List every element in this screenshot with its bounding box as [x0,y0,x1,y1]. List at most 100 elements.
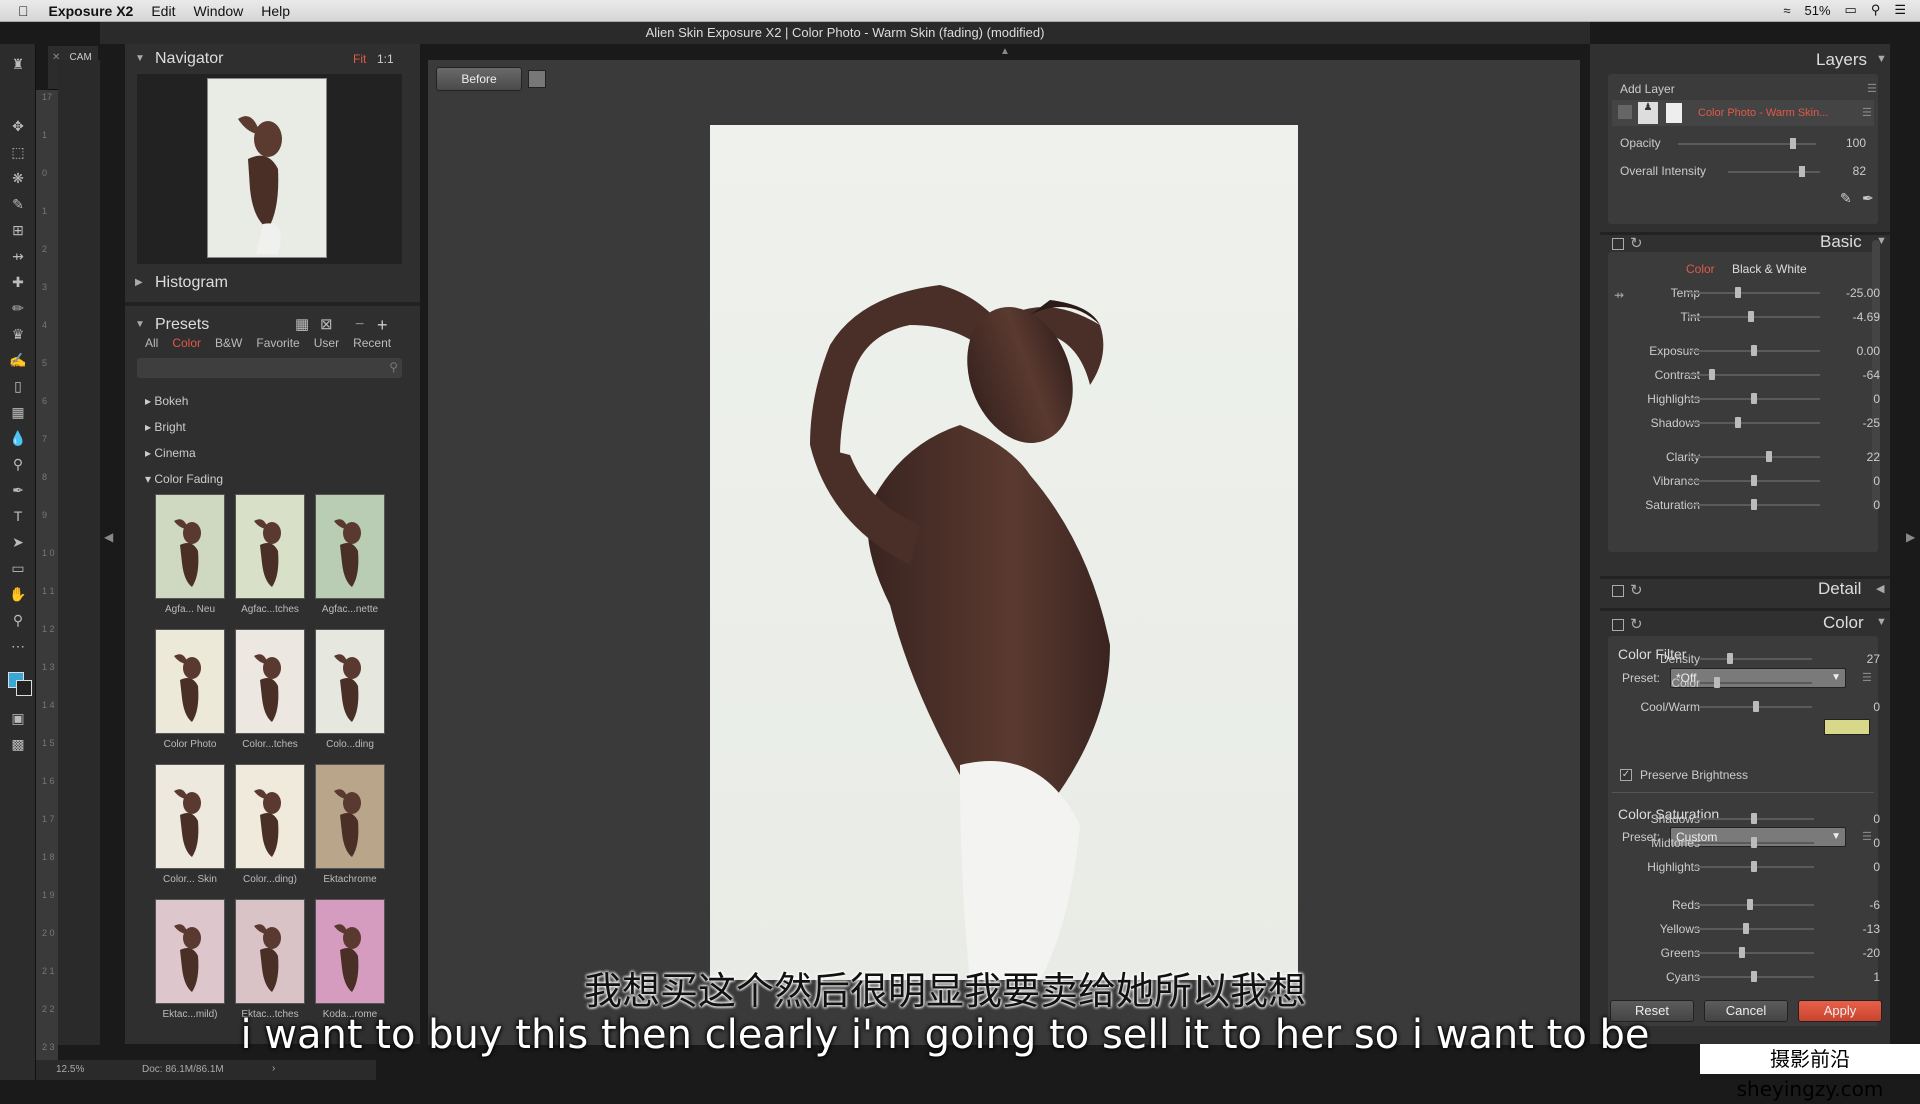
filter-color-swatch[interactable] [1824,719,1870,735]
main-photo[interactable] [710,125,1298,980]
color-title[interactable]: Color [1823,613,1864,633]
path-select-icon[interactable]: ➤ [8,532,28,552]
add-layer-menu-icon[interactable]: ☰ [1867,82,1877,95]
slider-track[interactable] [1688,393,1820,404]
clone-stamp-icon[interactable]: ♛ [8,324,28,344]
more-tools-icon[interactable]: ⋯ [8,636,28,656]
layers-menu-icon[interactable]: ▼ [1876,53,1887,65]
preset-thumbnail[interactable] [235,764,305,869]
menu-window[interactable]: Window [193,3,243,19]
rectangle-tool-icon[interactable]: ▭ [8,558,28,578]
brush-icon[interactable]: ✒ [1862,190,1874,207]
basic-title[interactable]: Basic [1820,232,1862,252]
type-tool-icon[interactable]: T [8,506,28,526]
slider-value[interactable]: -25 [1830,416,1880,430]
background-color-swatch[interactable] [16,680,32,696]
fit-button[interactable]: Fit [353,46,366,72]
slider-tint[interactable]: Tint-4.69 [1620,308,1880,326]
category-bokeh[interactable]: ▸ Bokeh [145,394,188,408]
slider-knob[interactable] [1751,813,1757,824]
slider-track[interactable] [1700,677,1812,688]
slider-vibrance[interactable]: Vibrance 0 [1620,472,1880,490]
collapse-icon[interactable]: ▼ [135,312,145,338]
slider-track[interactable] [1694,947,1814,958]
chevron-right-icon[interactable]: › [272,1063,275,1074]
search-icon[interactable]: ⚲ [1871,2,1881,18]
color-mode-tab[interactable]: Color [1686,262,1715,276]
slider-knob[interactable] [1751,861,1757,872]
layer-menu-icon[interactable]: ☰ [1862,106,1872,119]
visibility-icon[interactable] [1618,105,1632,119]
one-to-one-button[interactable]: 1:1 [377,46,394,72]
slider-knob[interactable] [1751,475,1757,486]
screen-mode-icon[interactable]: ▩ [8,734,28,754]
preset-thumbnail[interactable] [155,629,225,734]
apple-icon[interactable]:  [18,3,29,19]
detail-title[interactable]: Detail [1818,579,1861,599]
slider-value[interactable]: -13 [1830,922,1880,936]
intensity-slider[interactable] [1728,166,1820,177]
eyedropper-icon[interactable]: ⇸ [8,246,28,266]
intensity-value[interactable]: 82 [1836,164,1866,178]
slider-value[interactable]: 0 [1830,812,1880,826]
slider-knob[interactable] [1708,369,1715,380]
layer-row[interactable]: ♟ Color Photo - Warm Skin... ☰ [1612,100,1874,126]
slider-color[interactable]: Color [1620,674,1880,692]
slider-knob[interactable] [1751,393,1757,404]
slider-value[interactable]: -25.00 [1830,286,1880,300]
slider-track[interactable] [1688,475,1820,486]
preset-thumbnail[interactable] [315,494,385,599]
tab-all[interactable]: All [145,336,158,350]
left-panel-toggle-icon[interactable]: ◀ [104,530,113,544]
slider-track[interactable] [1694,923,1814,934]
slider-value[interactable]: 0.00 [1830,344,1880,358]
opacity-slider[interactable] [1678,138,1816,149]
slider-value[interactable]: 22 [1830,450,1880,464]
slider-track[interactable] [1688,287,1820,298]
category-cinema[interactable]: ▸ Cinema [145,446,196,460]
panel-divider[interactable] [125,302,420,306]
slider-value[interactable]: 0 [1830,836,1880,850]
reset-icon[interactable]: ↻ [1630,581,1643,599]
add-layer-label[interactable]: Add Layer [1620,82,1675,96]
toggle-icon[interactable] [1612,619,1624,631]
quick-mask-icon[interactable]: ▣ [8,708,28,728]
slider-value[interactable]: 0 [1830,700,1880,714]
tab-bw[interactable]: B&W [215,336,242,350]
preserve-brightness-checkbox[interactable]: ✓ [1620,769,1632,781]
tab-recent[interactable]: Recent [353,336,391,350]
crop-tool-icon[interactable]: ⊞ [8,220,28,240]
slider-density[interactable]: Density 27 [1620,650,1880,668]
navigator-header[interactable]: ▼ Navigator Fit 1:1 [125,46,420,72]
slider-track[interactable] [1688,451,1820,462]
stamp-icon[interactable]: ♜ [8,54,28,74]
toggle-icon[interactable] [1612,238,1624,250]
slider-exposure[interactable]: Exposure 0.00 [1620,342,1880,360]
slider-yellows[interactable]: Yellows -13 [1620,920,1880,938]
before-button[interactable]: Before [436,67,522,91]
preset-thumbnail[interactable] [315,629,385,734]
layers-title[interactable]: Layers [1816,50,1867,70]
preset-thumbnail[interactable] [155,494,225,599]
tab-color[interactable]: Color [172,336,201,350]
slider-track[interactable] [1688,417,1820,428]
slider-knob[interactable] [1742,923,1749,934]
slider-saturation[interactable]: Saturation 0 [1620,496,1880,514]
slider-knob[interactable] [1751,837,1757,848]
grid-view-icon[interactable]: ▦ [295,312,309,338]
category-bright[interactable]: ▸ Bright [145,420,186,434]
menu-help[interactable]: Help [261,3,290,19]
dodge-tool-icon[interactable]: ⚲ [8,454,28,474]
menu-list-icon[interactable]: ☰ [1894,2,1906,18]
wifi-icon[interactable]: ≈ [1783,3,1790,18]
slider-track[interactable] [1694,899,1814,910]
remove-preset-icon[interactable]: − [355,312,364,338]
zoom-tool-icon[interactable]: ⚲ [8,610,28,630]
slider-knob[interactable] [1727,653,1734,664]
layer-name[interactable]: Color Photo - Warm Skin... [1698,107,1828,119]
brush-tool-icon[interactable]: ✏ [8,298,28,318]
battery-icon[interactable]: ▭ [1845,2,1857,18]
hand-tool-icon[interactable]: ✋ [8,584,28,604]
preset-thumbnail[interactable] [315,764,385,869]
preset-thumbnail[interactable] [155,764,225,869]
